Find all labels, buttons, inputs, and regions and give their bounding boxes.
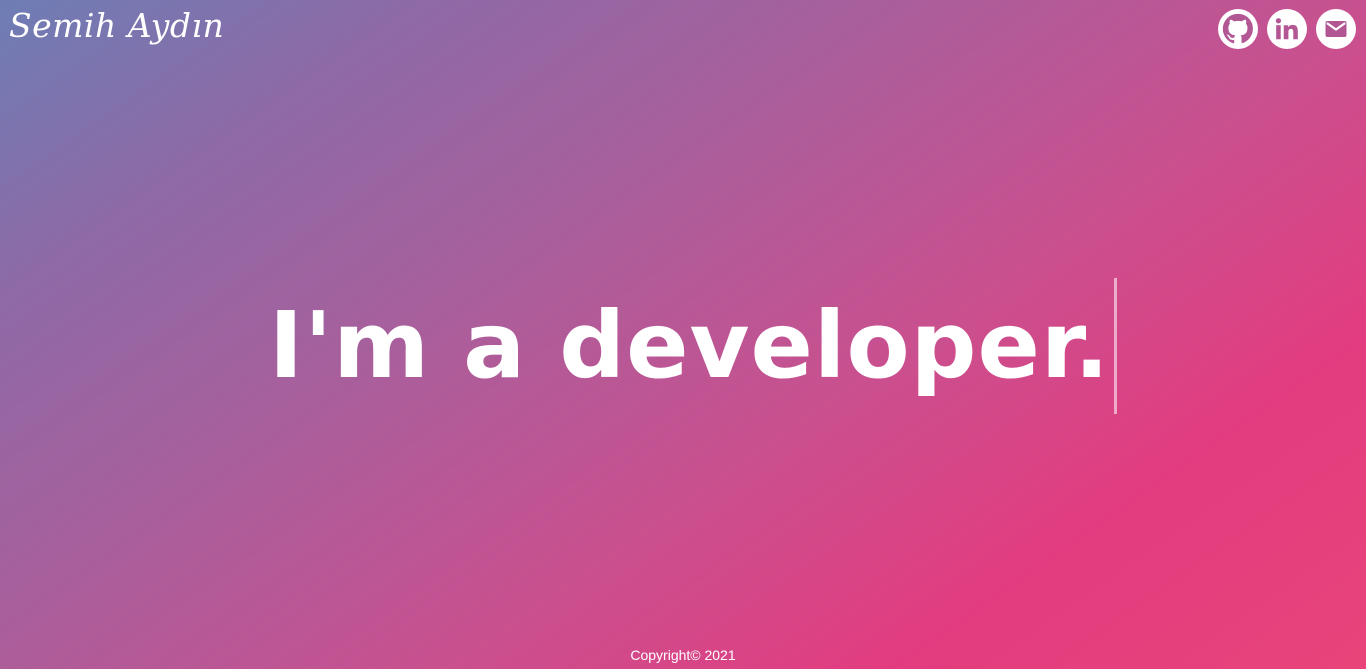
linkedin-link[interactable] bbox=[1267, 9, 1307, 49]
social-links bbox=[1218, 9, 1356, 49]
github-icon bbox=[1222, 13, 1253, 44]
brand-logo-link[interactable]: Semih Aydın bbox=[9, 6, 224, 45]
hero-typewriter: I'm a developer. bbox=[249, 278, 1118, 414]
hero-headline: I'm a developer. bbox=[268, 292, 1111, 399]
typing-cursor bbox=[1114, 278, 1118, 414]
hero-section: I'm a developer. bbox=[0, 278, 1366, 414]
mail-icon bbox=[1325, 21, 1347, 37]
email-link[interactable] bbox=[1316, 9, 1356, 49]
footer-copyright: Copyright© 2021 bbox=[630, 647, 736, 663]
linkedin-icon bbox=[1275, 18, 1298, 40]
github-link[interactable] bbox=[1218, 9, 1258, 49]
